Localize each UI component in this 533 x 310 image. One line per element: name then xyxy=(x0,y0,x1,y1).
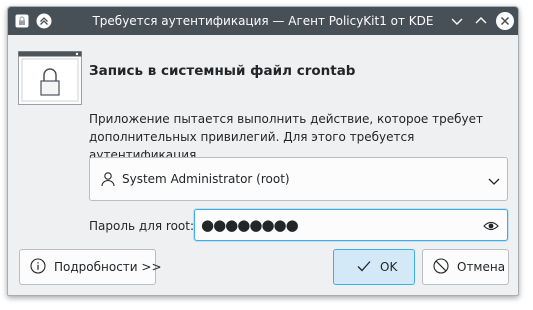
cancel-button[interactable]: Отмена xyxy=(422,249,509,285)
chevron-down-icon xyxy=(487,173,501,187)
auth-message: Приложение пытается выполнить действие, … xyxy=(89,112,483,162)
action-title: Запись в системный файл crontab xyxy=(89,63,356,79)
maximize-icon[interactable] xyxy=(472,12,490,30)
auth-dialog: Требуется аутентификация — Агент PolicyK… xyxy=(7,6,519,296)
close-icon[interactable] xyxy=(496,12,514,30)
cancel-button-label: Отмена xyxy=(457,260,506,274)
user-icon xyxy=(100,171,116,187)
cancel-icon xyxy=(433,257,449,277)
eye-icon[interactable] xyxy=(483,218,499,232)
ok-button[interactable]: OK xyxy=(333,249,415,285)
password-field[interactable] xyxy=(194,209,508,241)
details-button-label: Подробности >> xyxy=(54,260,162,274)
checkmark-icon xyxy=(356,258,372,277)
identity-select[interactable]: System Administrator (root) xyxy=(89,157,508,201)
info-icon xyxy=(30,257,46,277)
password-input[interactable] xyxy=(201,215,471,235)
details-button[interactable]: Подробности >> xyxy=(19,249,162,285)
lock-window-icon xyxy=(18,51,82,105)
window-title: Требуется аутентификация — Агент PolicyK… xyxy=(92,14,434,28)
password-label: Пароль для root: xyxy=(89,219,194,233)
minimize-icon[interactable] xyxy=(448,12,466,30)
ok-button-label: OK xyxy=(380,260,398,274)
title-bar[interactable]: Требуется аутентификация — Агент PolicyK… xyxy=(8,7,518,35)
identity-selected-label: System Administrator (root) xyxy=(122,172,290,186)
